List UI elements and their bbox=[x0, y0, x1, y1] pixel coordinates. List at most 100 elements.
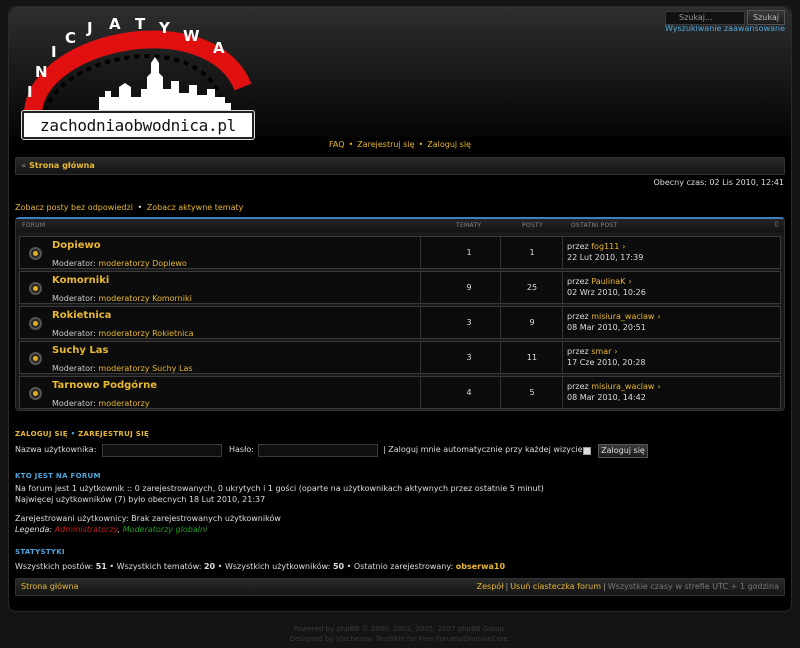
topics-count: 1 bbox=[466, 248, 472, 257]
forum-title[interactable]: Komorniki bbox=[52, 275, 109, 286]
login-link[interactable]: Zaloguj się bbox=[427, 140, 471, 149]
newest-user-link[interactable]: obserwa10 bbox=[456, 562, 505, 571]
whois-title[interactable]: KTO JEST NA FORUM bbox=[15, 472, 101, 480]
forum-row[interactable]: Dopiewo Moderator: moderatorzy Dopiewo 1… bbox=[19, 236, 781, 269]
topics-count: 3 bbox=[466, 353, 472, 362]
last-post-author[interactable]: misiura_waclaw bbox=[591, 382, 654, 391]
login-title-link[interactable]: ZALOGUJ SIĘ bbox=[15, 430, 68, 438]
login-button[interactable]: Zaloguj się bbox=[598, 444, 648, 458]
last-post-author[interactable]: fog111 bbox=[591, 242, 619, 251]
registered-users-line: Zarejestrowani użytkownicy: Brak zarejes… bbox=[15, 514, 281, 523]
moderator-link[interactable]: moderatorzy Suchy Las bbox=[98, 364, 192, 373]
topics-label: Wszystkich tematów: bbox=[116, 562, 202, 571]
logo-domain-text: zachodniaobwodnica.pl bbox=[40, 115, 236, 135]
last-post-date: 17 Cze 2010, 20:28 bbox=[567, 358, 646, 367]
advanced-search-link[interactable]: Wyszukiwanie zaawansowane bbox=[665, 24, 785, 33]
header-last-post: OSTATNI POST bbox=[571, 222, 618, 229]
forum-row[interactable]: Komorniki Moderator: moderatorzy Komorni… bbox=[19, 271, 781, 304]
credits-line-2: Designed by Vjacheslav Trushkin for Free… bbox=[289, 635, 511, 643]
username-field[interactable] bbox=[102, 444, 222, 457]
login-form: Nazwa użytkownika: bbox=[15, 445, 96, 454]
goto-last-post-icon[interactable]: › bbox=[622, 242, 625, 251]
password-field[interactable] bbox=[258, 444, 378, 457]
legend-global-mods: Moderatorzy globalni bbox=[122, 525, 208, 534]
forum-read-icon bbox=[29, 282, 42, 295]
moderator-link[interactable]: moderatorzy Rokietnica bbox=[98, 329, 193, 338]
register-link[interactable]: Zarejestruj się bbox=[357, 140, 414, 149]
last-post-date: 22 Lut 2010, 17:39 bbox=[567, 253, 644, 262]
moderator-label: Moderator: bbox=[52, 399, 96, 408]
moderator-label: Moderator: bbox=[52, 329, 96, 338]
forum-row[interactable]: Rokietnica Moderator: moderatorzy Rokiet… bbox=[19, 306, 781, 339]
divider bbox=[500, 237, 501, 268]
footer-home-link[interactable]: Strona główna bbox=[21, 579, 79, 595]
forum-moderator: Moderator: moderatorzy Rokietnica bbox=[52, 329, 194, 338]
last-post: przez misiura_waclaw › 08 Mar 2010, 20:51 bbox=[567, 311, 661, 333]
divider bbox=[420, 342, 421, 373]
register-title-link[interactable]: ZAREJESTRUJ SIĘ bbox=[78, 430, 149, 438]
last-post-date: 08 Mar 2010, 20:51 bbox=[567, 323, 646, 332]
moderator-link[interactable]: moderatorzy Komorniki bbox=[98, 294, 191, 303]
goto-last-post-icon[interactable]: › bbox=[657, 382, 660, 391]
by-label: przez bbox=[567, 312, 589, 321]
separator: • bbox=[348, 140, 354, 149]
separator: • bbox=[418, 140, 424, 149]
forum-moderator: Moderator: moderatorzy Komorniki bbox=[52, 294, 192, 303]
goto-last-post-icon[interactable]: › bbox=[657, 312, 660, 321]
legend: Legenda: Administratorzy, Moderatorzy gl… bbox=[15, 525, 208, 534]
breadcrumb-home-link[interactable]: Strona główna bbox=[29, 161, 95, 170]
separator: | bbox=[505, 582, 509, 591]
moderator-link[interactable]: moderatorzy bbox=[98, 399, 149, 408]
active-topics-link[interactable]: Zobacz aktywne tematy bbox=[147, 203, 244, 212]
unanswered-posts-link[interactable]: Zobacz posty bez odpowiedzi bbox=[15, 203, 133, 212]
search-button[interactable]: Szukaj bbox=[747, 10, 785, 25]
forum-row[interactable]: Suchy Las Moderator: moderatorzy Suchy L… bbox=[19, 341, 781, 374]
goto-last-post-icon[interactable]: › bbox=[628, 277, 631, 286]
users-label: Wszystkich użytkowników: bbox=[224, 562, 331, 571]
forum-moderator: Moderator: moderatorzy Suchy Las bbox=[52, 364, 193, 373]
search-input[interactable]: Szukaj... bbox=[665, 11, 745, 25]
header-topics: TEMATY bbox=[456, 222, 482, 229]
last-post-author[interactable]: PaulinaK bbox=[591, 277, 625, 286]
timezone-text: Wszystkie czasy w strefie UTC + 1 godzin… bbox=[607, 582, 779, 591]
posts-count: 1 bbox=[529, 248, 535, 257]
forum-title[interactable]: Tarnowo Podgórne bbox=[52, 380, 157, 391]
last-post: przez PaulinaK › 02 Wrz 2010, 10:26 bbox=[567, 276, 646, 298]
collapse-icon[interactable]: ⇳ bbox=[773, 220, 780, 229]
last-post-author[interactable]: smar bbox=[591, 347, 611, 356]
legend-admins: Administratorzy bbox=[54, 525, 118, 534]
by-label: przez bbox=[567, 347, 589, 356]
forum-moderator: Moderator: moderatorzy Dopiewo bbox=[52, 259, 187, 268]
autologin-checkbox[interactable] bbox=[583, 447, 591, 455]
quick-links: Zobacz posty bez odpowiedzi • Zobacz akt… bbox=[15, 203, 243, 212]
goto-last-post-icon[interactable]: › bbox=[614, 347, 617, 356]
top-nav: FAQ • Zarejestruj się • Zaloguj się bbox=[9, 140, 791, 149]
divider bbox=[500, 342, 501, 373]
page-frame: I N I C J A T Y W A zachodniaobwodnica.p… bbox=[8, 6, 792, 612]
online-users-line: Na forum jest 1 użytkownik :: 0 zarejest… bbox=[15, 484, 544, 493]
header-forum: FORUM bbox=[22, 222, 46, 229]
forum-title[interactable]: Dopiewo bbox=[52, 240, 101, 251]
site-logo[interactable]: I N I C J A T Y W A zachodniaobwodnica.p… bbox=[21, 15, 257, 143]
moderator-label: Moderator: bbox=[52, 294, 96, 303]
faq-link[interactable]: FAQ bbox=[329, 140, 345, 149]
divider bbox=[420, 272, 421, 303]
logo-graphic: I N I C J A T Y W A bbox=[24, 15, 252, 113]
logo-banner: zachodniaobwodnica.pl bbox=[21, 110, 255, 140]
last-post-author[interactable]: misiura_waclaw bbox=[591, 312, 654, 321]
login-section-title: ZALOGUJ SIĘ • ZAREJESTRUJ SIĘ bbox=[15, 430, 149, 438]
by-label: przez bbox=[567, 382, 589, 391]
forum-title[interactable]: Rokietnica bbox=[52, 310, 111, 321]
last-post-date: 02 Wrz 2010, 10:26 bbox=[567, 288, 646, 297]
divider bbox=[562, 377, 563, 408]
forum-row[interactable]: Tarnowo Podgórne Moderator: moderatorzy … bbox=[19, 376, 781, 409]
forum-title[interactable]: Suchy Las bbox=[52, 345, 108, 356]
moderator-link[interactable]: moderatorzy Dopiewo bbox=[98, 259, 186, 268]
delete-cookies-link[interactable]: Usuń ciasteczka forum bbox=[510, 582, 601, 591]
divider bbox=[500, 272, 501, 303]
divider bbox=[562, 237, 563, 268]
breadcrumb: «Strona główna bbox=[15, 157, 785, 175]
posts-count: 11 bbox=[526, 353, 538, 362]
divider bbox=[562, 272, 563, 303]
team-link[interactable]: Zespół bbox=[477, 582, 504, 591]
